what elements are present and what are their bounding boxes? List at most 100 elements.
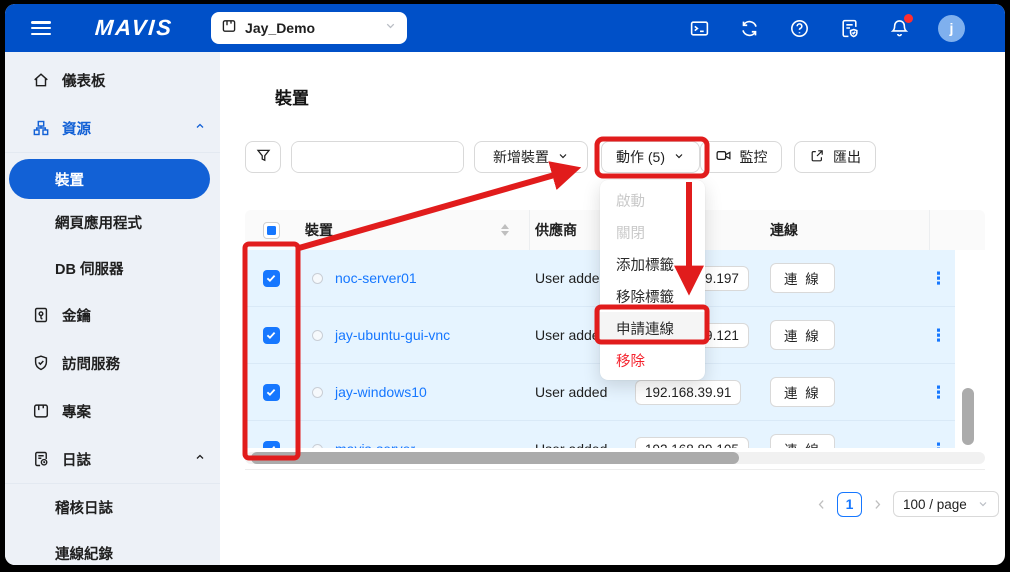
resources-submenu: 裝置 網頁應用程式 DB 伺服器 [5, 152, 220, 291]
row-checkbox[interactable] [263, 327, 280, 344]
export-button[interactable]: 匯出 [794, 141, 876, 173]
sidebar-item-label: 連線紀錄 [55, 543, 113, 564]
page-number[interactable]: 1 [837, 492, 862, 517]
sidebar-item-logs[interactable]: 日誌 [5, 435, 220, 483]
horizontal-scrollbar-thumb[interactable] [251, 452, 739, 464]
device-link[interactable]: jay-ubuntu-gui-vnc [335, 327, 450, 343]
chevron-up-icon [194, 120, 206, 136]
sidebar-item-label: 儀表板 [62, 70, 106, 91]
sidebar: 儀表板 資源 裝置 網頁應用程式 DB 伺服器 [5, 52, 220, 565]
sidebar-item-label: 金鑰 [62, 305, 91, 326]
sync-icon[interactable] [738, 17, 760, 39]
menu-item-request-connection[interactable]: 申請連線 [600, 312, 705, 344]
next-page-icon[interactable] [871, 498, 884, 511]
log-icon [32, 450, 50, 468]
menu-item-shutdown[interactable]: 關閉 [600, 216, 705, 248]
menu-item-start[interactable]: 啟動 [600, 184, 705, 216]
sidebar-item-label: 日誌 [62, 449, 91, 470]
sort-icon[interactable] [501, 224, 509, 236]
topbar-actions: j [688, 15, 965, 42]
row-checkbox[interactable] [263, 270, 280, 287]
sidebar-item-label: 資源 [62, 118, 91, 139]
terminal-icon[interactable] [688, 17, 710, 39]
search-box [291, 141, 464, 173]
project-selector-value: Jay_Demo [245, 20, 315, 36]
row-checkbox[interactable] [263, 384, 280, 401]
vertical-scrollbar-thumb[interactable] [962, 388, 974, 445]
sidebar-item-label: DB 伺服器 [55, 258, 123, 279]
status-dot [312, 330, 323, 341]
search-input[interactable] [292, 142, 464, 172]
sidebar-item-label: 網頁應用程式 [55, 212, 142, 233]
toolbar: 新增裝置 動作 (5) 監控 [245, 141, 876, 173]
prev-page-icon[interactable] [815, 498, 828, 511]
column-header-device: 裝置 [305, 220, 333, 240]
column-header-connection: 連線 [765, 210, 930, 250]
status-dot [312, 273, 323, 284]
avatar[interactable]: j [938, 15, 965, 42]
bell-icon[interactable] [888, 17, 910, 39]
ip-address: 192.168.89.105 [635, 437, 749, 449]
device-link[interactable]: jay-windows10 [335, 384, 427, 400]
horizontal-scrollbar[interactable] [245, 452, 985, 464]
connect-button[interactable]: 連 線 [770, 434, 835, 448]
actions-button[interactable]: 動作 (5) [601, 141, 700, 173]
sidebar-item-connection-records[interactable]: 連線紀錄 [5, 530, 220, 565]
project-board-icon [221, 18, 237, 39]
sidebar-item-access-services[interactable]: 訪問服務 [5, 339, 220, 387]
mavis-logo: MAVIS [94, 15, 174, 41]
add-device-button[interactable]: 新增裝置 [474, 141, 588, 173]
row-menu-icon[interactable]: ⋮ [930, 441, 947, 449]
sidebar-item-db-servers[interactable]: DB 伺服器 [5, 245, 220, 291]
sidebar-item-keys[interactable]: 金鑰 [5, 291, 220, 339]
chevron-down-icon [673, 149, 685, 165]
page-size-value: 100 / page [903, 497, 967, 512]
row-menu-icon[interactable]: ⋮ [930, 327, 947, 344]
device-link[interactable]: mavis-server [335, 441, 415, 448]
policy-icon[interactable] [838, 17, 860, 39]
sidebar-item-dashboard[interactable]: 儀表板 [5, 56, 220, 104]
app-window: MAVIS Jay_Demo [5, 4, 1005, 565]
pagination: 1 100 / page [815, 491, 999, 517]
chevron-down-icon [977, 498, 989, 510]
menu-item-remove-tag[interactable]: 移除標籤 [600, 280, 705, 312]
funnel-icon [255, 147, 272, 167]
sidebar-item-audit-logs[interactable]: 稽核日誌 [5, 484, 220, 530]
sidebar-item-projects[interactable]: 專案 [5, 387, 220, 435]
sidebar-item-resources[interactable]: 資源 [5, 104, 220, 152]
filter-button[interactable] [245, 141, 281, 173]
connect-button[interactable]: 連 線 [770, 377, 835, 407]
notification-badge [904, 14, 913, 23]
sidebar-item-label: 裝置 [55, 169, 84, 190]
connect-button[interactable]: 連 線 [770, 263, 835, 293]
resources-icon [32, 119, 50, 137]
chevron-down-icon [557, 149, 569, 165]
key-icon [32, 306, 50, 324]
row-menu-icon[interactable]: ⋮ [930, 384, 947, 401]
menu-item-remove[interactable]: 移除 [600, 344, 705, 376]
export-icon [809, 148, 825, 167]
sidebar-item-label: 稽核日誌 [55, 497, 113, 518]
monitor-label: 監控 [740, 147, 768, 167]
connect-button[interactable]: 連 線 [770, 320, 835, 350]
sidebar-item-label: 專案 [62, 401, 91, 422]
topbar: MAVIS Jay_Demo [5, 4, 1005, 52]
shield-check-icon [32, 354, 50, 372]
table-row: mavis-server User added 192.168.89.105 連… [245, 421, 955, 448]
monitor-button[interactable]: 監控 [700, 141, 782, 173]
select-all-checkbox[interactable] [263, 222, 280, 239]
row-checkbox[interactable] [263, 441, 280, 449]
menu-icon[interactable] [31, 21, 51, 35]
page-size-select[interactable]: 100 / page [893, 491, 999, 517]
help-icon[interactable] [788, 17, 810, 39]
add-device-label: 新增裝置 [493, 147, 549, 167]
page-title: 裝置 [275, 84, 309, 109]
project-selector[interactable]: Jay_Demo [211, 12, 407, 44]
sidebar-item-devices[interactable]: 裝置 [9, 159, 210, 199]
row-menu-icon[interactable]: ⋮ [930, 270, 947, 287]
device-link[interactable]: noc-server01 [335, 270, 417, 286]
actions-menu: 啟動 關閉 添加標籤 移除標籤 申請連線 移除 [600, 180, 705, 380]
sidebar-item-label: 訪問服務 [62, 353, 120, 374]
sidebar-item-web-apps[interactable]: 網頁應用程式 [5, 199, 220, 245]
menu-item-add-tag[interactable]: 添加標籤 [600, 248, 705, 280]
